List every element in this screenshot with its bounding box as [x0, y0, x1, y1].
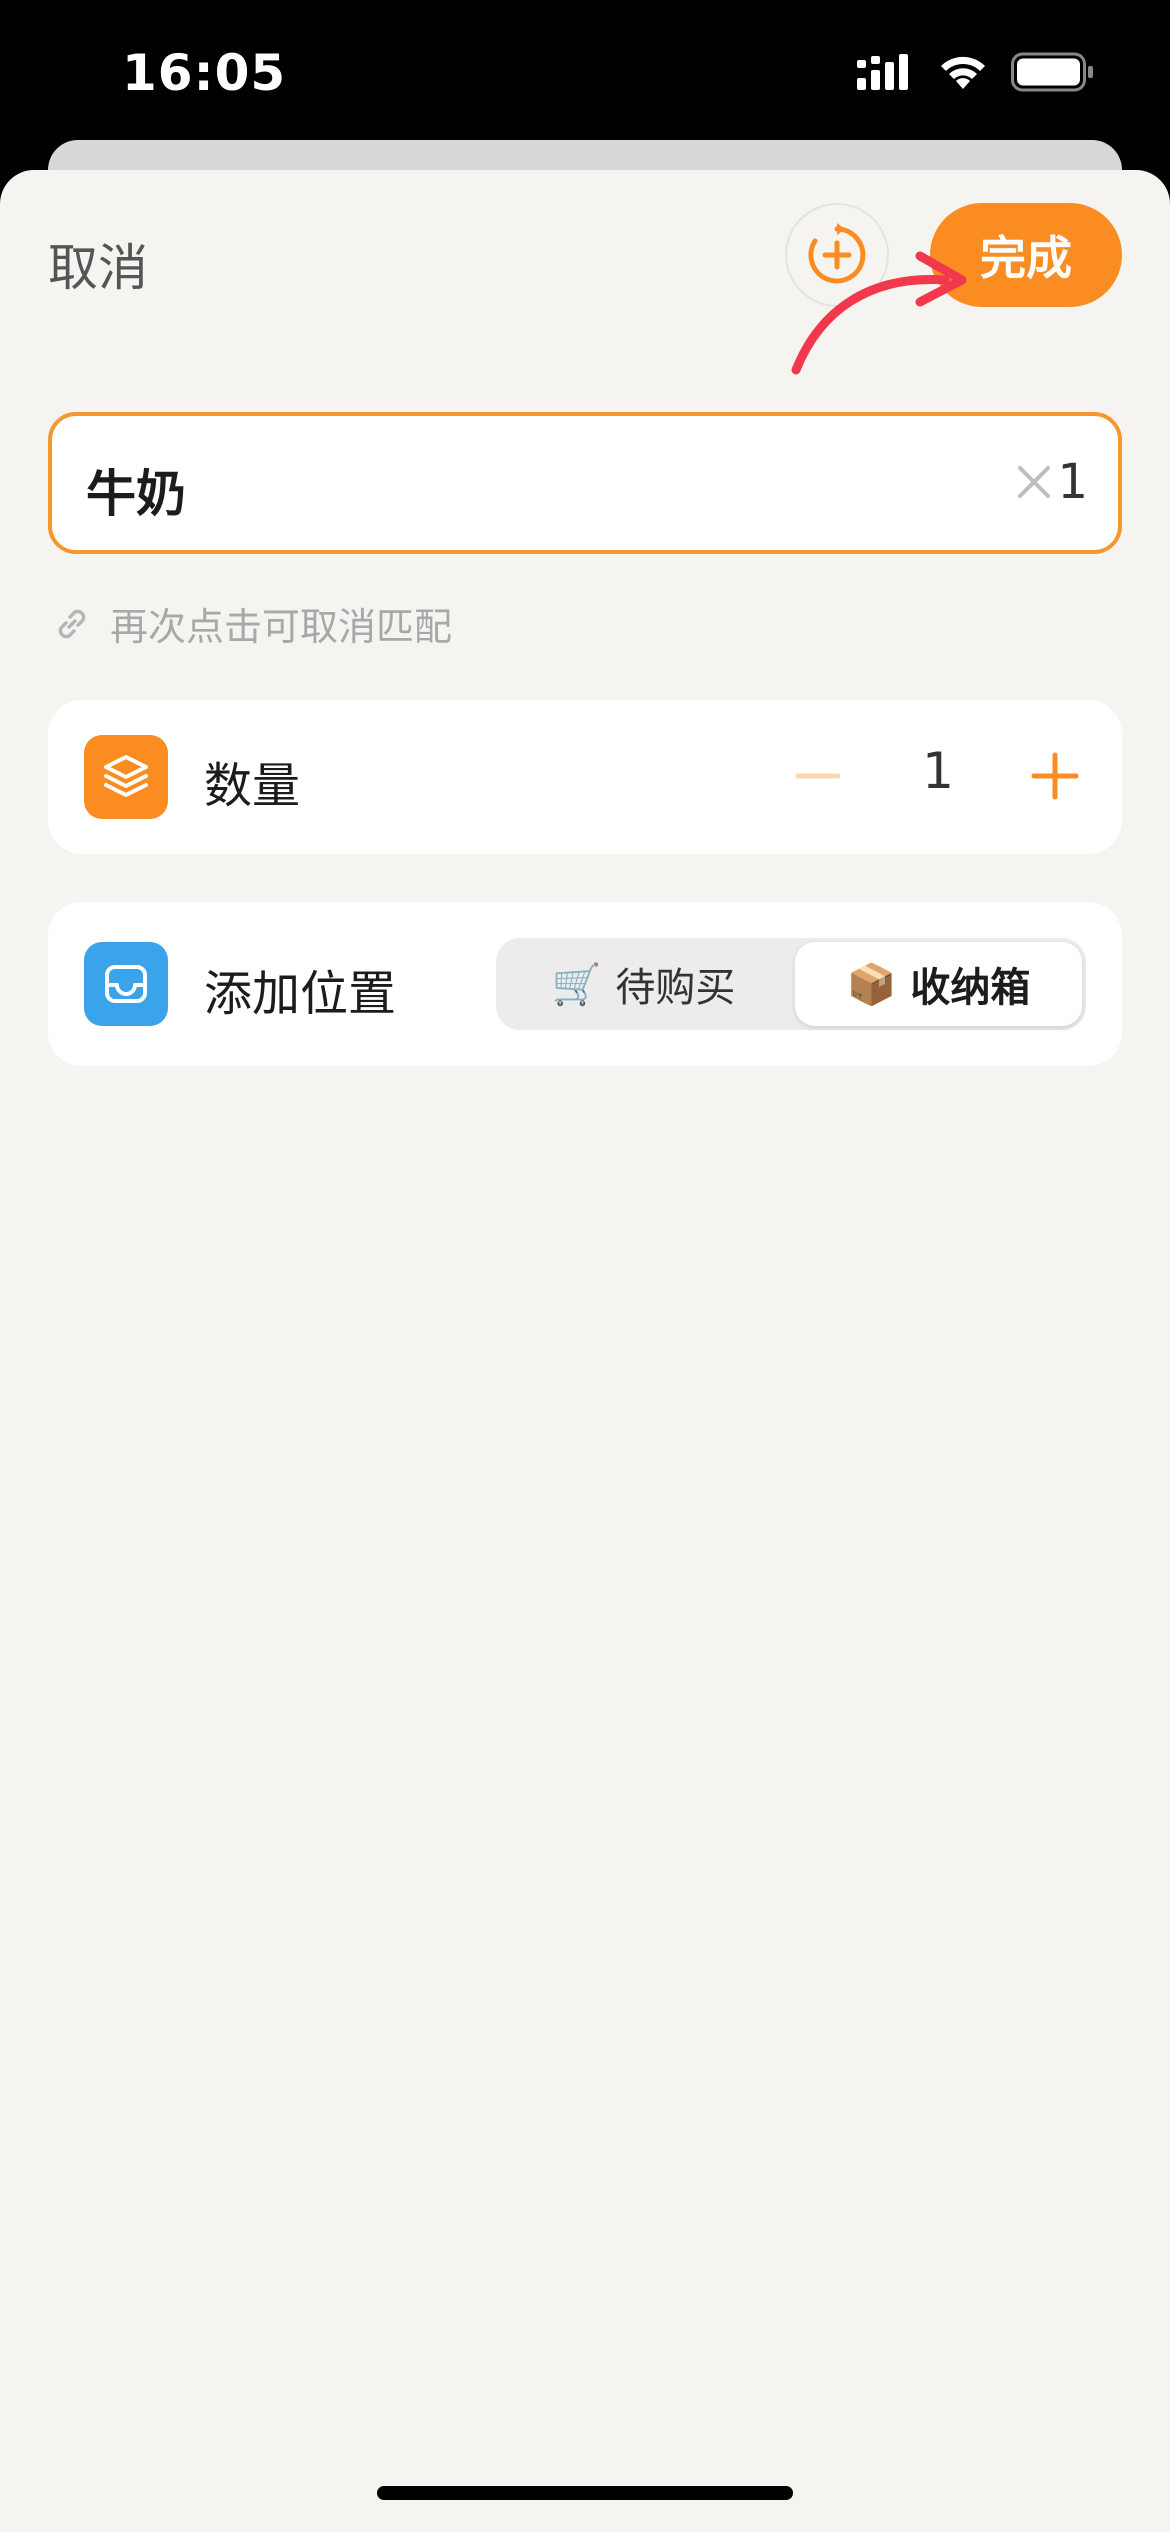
- battery-icon: [1011, 52, 1093, 92]
- status-icons: [857, 52, 1095, 92]
- location-row: 添加位置 🛒 待购买 📦 收纳箱: [48, 902, 1122, 1066]
- quantity-suffix: 1: [1017, 454, 1088, 510]
- unmatch-hint: 再次点击可取消匹配: [52, 596, 452, 651]
- home-indicator[interactable]: [377, 2486, 793, 2500]
- status-bar: 16:05: [0, 0, 1170, 140]
- refresh-plus-icon: [808, 223, 866, 284]
- cellular-signal-icon: [857, 54, 908, 90]
- location-segmented-control: 🛒 待购买 📦 收纳箱: [496, 938, 1086, 1030]
- quantity-suffix-value: 1: [1057, 454, 1088, 510]
- shopping-cart-icon: 🛒: [551, 961, 602, 1008]
- plus-icon: [1031, 752, 1079, 800]
- quantity-label: 数量: [204, 758, 301, 814]
- package-icon: 📦: [846, 961, 897, 1008]
- increment-button[interactable]: [1023, 744, 1087, 808]
- cancel-button[interactable]: 取消: [48, 228, 148, 300]
- segment-to-buy[interactable]: 🛒 待购买: [500, 942, 787, 1026]
- location-label: 添加位置: [204, 966, 397, 1022]
- status-time: 16:05: [122, 44, 287, 102]
- item-name-field[interactable]: 牛奶 1: [48, 412, 1122, 554]
- segment-label: 收纳箱: [910, 965, 1031, 1011]
- minus-icon: [796, 773, 840, 779]
- quantity-row: 数量 1: [48, 700, 1122, 854]
- add-again-button[interactable]: [785, 203, 889, 307]
- quantity-value: 1: [922, 742, 954, 800]
- wifi-icon: [941, 56, 985, 89]
- segment-storage-box[interactable]: 📦 收纳箱: [795, 942, 1082, 1026]
- multiply-icon: [1018, 466, 1051, 498]
- item-name-value: 牛奶: [86, 465, 186, 523]
- segment-label: 待购买: [615, 965, 736, 1011]
- link-icon: [58, 609, 86, 638]
- decrement-button[interactable]: [788, 746, 848, 806]
- layers-icon: [84, 735, 168, 819]
- hint-text: 再次点击可取消匹配: [110, 605, 453, 649]
- inbox-icon: [84, 942, 168, 1026]
- add-item-sheet: 取消 完成 牛奶 1 再次点击可取消匹配 数量 1 添加位置 🛒 待购买 📦 收…: [0, 170, 1170, 2532]
- done-button[interactable]: 完成: [930, 203, 1122, 307]
